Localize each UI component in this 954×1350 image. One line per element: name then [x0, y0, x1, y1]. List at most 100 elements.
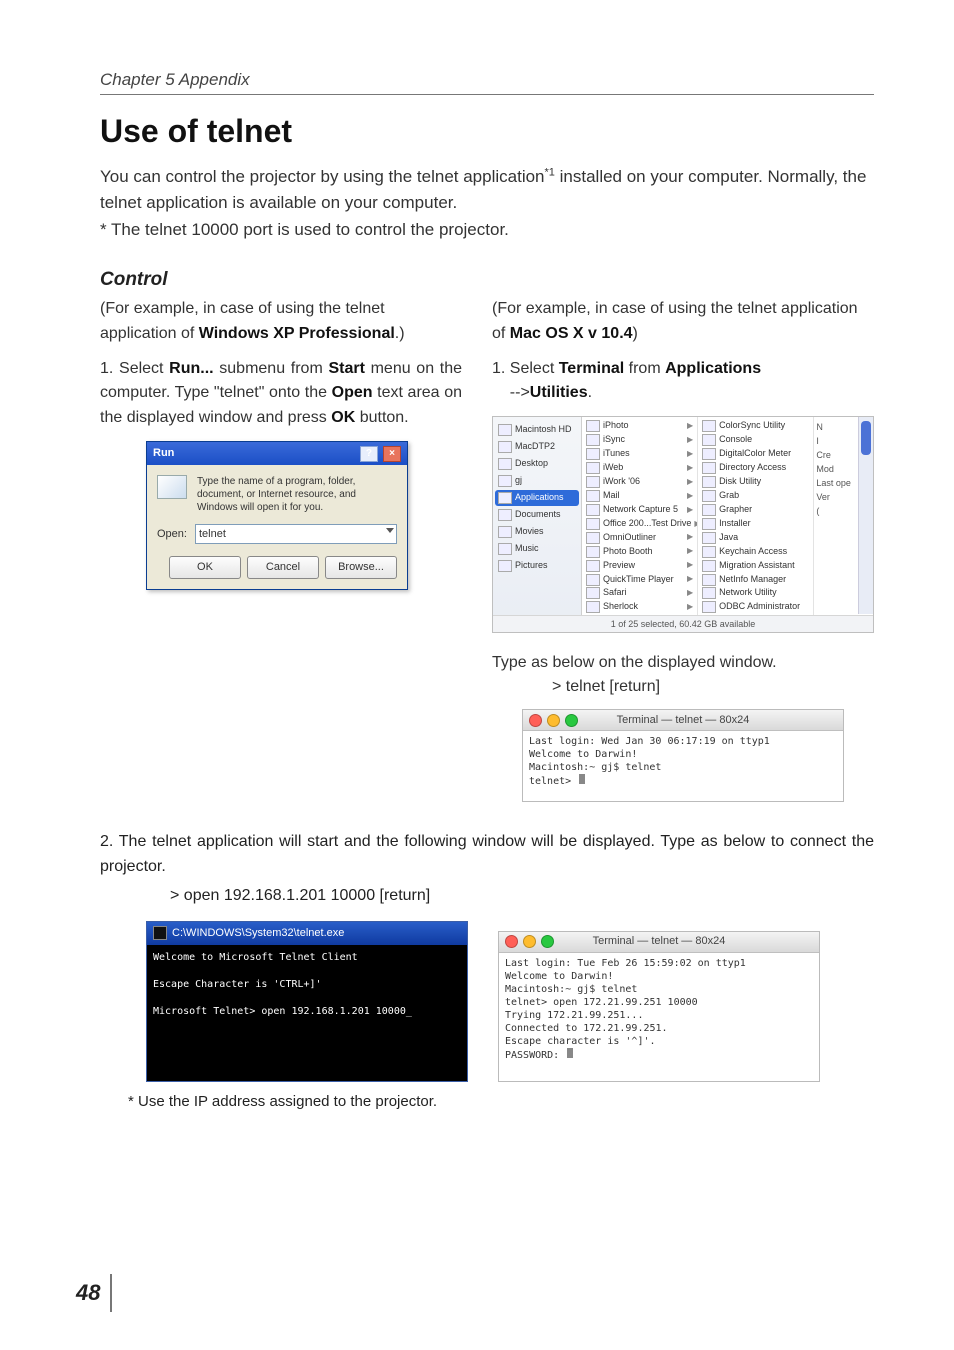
sidebar-item[interactable]: gj [495, 473, 579, 489]
right-s1b: from [624, 360, 665, 377]
app-icon [702, 601, 716, 613]
control-subhead: Control [100, 269, 874, 291]
folder-icon [498, 441, 512, 453]
list-item[interactable]: Mail [582, 489, 697, 503]
list-item[interactable]: Grapher [698, 503, 813, 517]
list-item[interactable]: DigitalColor Meter [698, 447, 813, 461]
list-item[interactable]: ColorSync Utility [698, 419, 813, 433]
open-label: Open: [157, 526, 187, 543]
list-item[interactable]: OmniOutliner [582, 531, 697, 545]
left-start-bold: Start [328, 360, 364, 377]
cmd-icon [153, 926, 167, 940]
right-s1d: . [588, 384, 592, 401]
sidebar-label: Music [515, 542, 539, 556]
item-label: Directory Access [719, 461, 786, 475]
term-line: Escape character is '^]'. [505, 1035, 813, 1048]
cancel-button[interactable]: Cancel [247, 556, 319, 579]
sidebar-label: MacDTP2 [515, 440, 555, 454]
item-label: Console [719, 433, 752, 447]
left-open-bold: Open [332, 384, 373, 401]
left-column: (For example, in case of using the telne… [100, 297, 462, 590]
browse-button[interactable]: Browse... [325, 556, 397, 579]
sidebar-item[interactable]: Pictures [495, 558, 579, 574]
term-line: Trying 172.21.99.251... [505, 1009, 813, 1022]
app-icon [586, 601, 600, 613]
app-icon [586, 448, 600, 460]
list-item[interactable]: Console [698, 433, 813, 447]
close-icon[interactable]: × [383, 446, 401, 462]
list-item[interactable]: QuickTime Player [582, 573, 697, 587]
terminal-titlebar: Terminal — telnet — 80x24 [499, 932, 819, 953]
sidebar-item[interactable]: Macintosh HD [495, 422, 579, 438]
item-label: Preview [603, 559, 635, 573]
app-icon [702, 574, 716, 586]
item-label: OmniOutliner [603, 531, 656, 545]
folder-icon [498, 560, 512, 572]
terminal-titlebar: Terminal — telnet — 80x24 [523, 710, 843, 731]
right-apps-bold: Applications [665, 360, 761, 377]
sidebar-label: Pictures [515, 559, 548, 573]
list-item[interactable]: Sherlock [582, 600, 697, 614]
list-item[interactable]: iSync [582, 433, 697, 447]
sidebar-item[interactable]: MacDTP2 [495, 439, 579, 455]
list-item[interactable]: ODBC Administrator [698, 600, 813, 614]
list-item[interactable]: Directory Access [698, 461, 813, 475]
finder-scrollbar[interactable] [858, 417, 873, 614]
list-item[interactable]: Photo Booth [582, 545, 697, 559]
left-intro-bold: Windows XP Professional [199, 325, 395, 342]
list-item[interactable]: Java [698, 531, 813, 545]
app-icon [702, 462, 716, 474]
ok-button[interactable]: OK [169, 556, 241, 579]
list-item[interactable]: Installer [698, 517, 813, 531]
list-item[interactable]: NetInfo Manager [698, 573, 813, 587]
list-item[interactable]: Office 200...Test Drive [582, 517, 697, 531]
item-label: iTunes [603, 447, 630, 461]
left-run-bold: Run... [169, 360, 213, 377]
list-item[interactable]: Safari [582, 586, 697, 600]
intro-sup: *1 [545, 166, 555, 178]
list-item[interactable]: Network Utility [698, 586, 813, 600]
left-intro2: .) [395, 325, 405, 342]
list-item[interactable]: Migration Assistant [698, 559, 813, 573]
item-label: iWeb [603, 461, 623, 475]
sidebar-item[interactable]: Movies [495, 524, 579, 540]
list-item[interactable]: iWeb [582, 461, 697, 475]
list-item[interactable]: iWork '06 [582, 475, 697, 489]
term-line: Welcome to Microsoft Telnet Client [153, 952, 358, 963]
list-item[interactable]: Preview [582, 559, 697, 573]
step2-cmd: > open 192.168.1.201 10000 [return] [170, 884, 874, 909]
finder-status: 1 of 25 selected, 60.42 GB available [493, 615, 873, 632]
app-icon [586, 518, 600, 530]
sidebar-item[interactable]: Applications [495, 490, 579, 506]
app-icon [702, 420, 716, 432]
open-value: telnet [199, 528, 226, 540]
type-instruction: Type as below on the displayed window. [492, 654, 777, 671]
sidebar-item[interactable]: Documents [495, 507, 579, 523]
item-label: Office 200...Test Drive [603, 517, 691, 531]
run-description: Type the name of a program, folder, docu… [197, 475, 397, 514]
finder-col1: iPhotoiSynciTunesiWebiWork '06MailNetwor… [582, 417, 698, 632]
app-icon [586, 434, 600, 446]
sidebar-label: Movies [515, 525, 544, 539]
ip-note: * Use the IP address assigned to the pro… [128, 1090, 468, 1113]
list-item[interactable]: iPhoto [582, 419, 697, 433]
term-line: telnet> [529, 776, 577, 787]
folder-icon [498, 458, 512, 470]
term-line: Microsoft Telnet> open 192.168.1.201 100… [153, 1006, 412, 1017]
right-intro-bold: Mac OS X v 10.4 [510, 325, 633, 342]
item-label: Network Utility [719, 586, 777, 600]
folder-icon [498, 543, 512, 555]
sidebar-item[interactable]: Music [495, 541, 579, 557]
terminal-body: Last login: Wed Jan 30 06:17:19 on ttyp1… [523, 731, 843, 801]
item-label: Grab [719, 489, 739, 503]
open-input[interactable]: telnet [195, 524, 397, 544]
right-util-bold: Utilities [530, 384, 588, 401]
list-item[interactable]: Grab [698, 489, 813, 503]
list-item[interactable]: Network Capture 5 [582, 503, 697, 517]
list-item[interactable]: Disk Utility [698, 475, 813, 489]
help-icon[interactable]: ? [360, 446, 378, 462]
sidebar-item[interactable]: Desktop [495, 456, 579, 472]
list-item[interactable]: iTunes [582, 447, 697, 461]
windows-telnet-title: C:\WINDOWS\System32\telnet.exe [172, 925, 344, 942]
list-item[interactable]: Keychain Access [698, 545, 813, 559]
